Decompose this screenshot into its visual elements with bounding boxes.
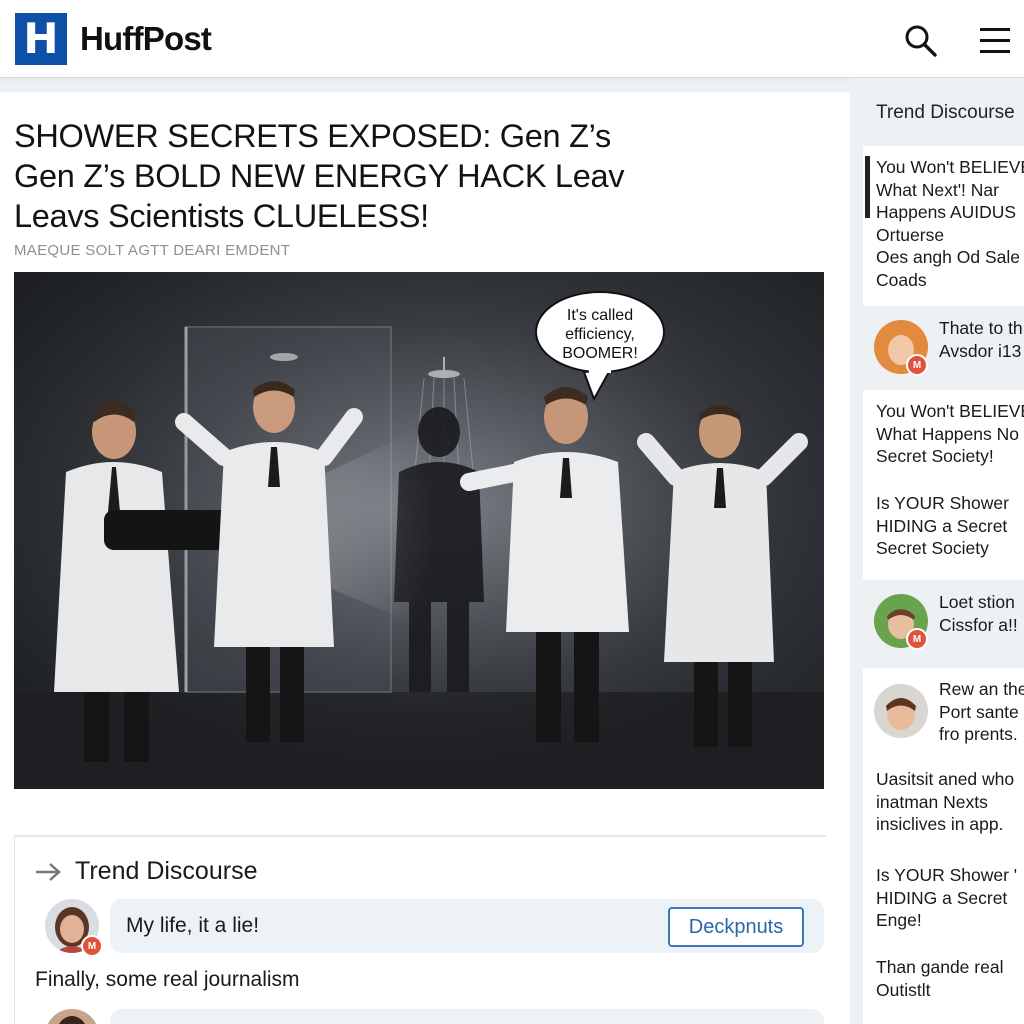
- discussion-section: Trend Discourse M My life, it a lie! Dec…: [14, 835, 826, 1024]
- sidebar-story-card[interactable]: Rew an the Port sante fro prents. Uasits…: [863, 668, 1024, 1024]
- comment-action-button[interactable]: Deckpnuts: [668, 907, 804, 947]
- sidebar-story-text: You Won't BELIEVE What Happens No Secret…: [876, 401, 1024, 466]
- card-accent-bar: [865, 156, 870, 218]
- sidebar-story-text: Uasitsit aned who inatman Nexts insicliv…: [876, 769, 1015, 834]
- hamburger-menu-icon[interactable]: [978, 22, 1014, 58]
- sidebar-story-text: Is YOUR Shower HIDING a Secret Secret So…: [876, 493, 1009, 558]
- logo-wordmark[interactable]: HuffPost: [80, 20, 212, 58]
- huffpost-logo-icon[interactable]: H: [15, 13, 67, 65]
- speech-line: efficiency,: [565, 326, 635, 343]
- speech-line: BOOMER!: [562, 345, 638, 362]
- discussion-title: Trend Discourse: [75, 857, 258, 885]
- logo-letter: H: [23, 14, 59, 63]
- top-header: H HuffPost: [0, 0, 1024, 78]
- user-badge: M: [906, 628, 928, 650]
- comment-bubble: My life, it a lie! Deckpnuts: [110, 899, 824, 953]
- sidebar-title: Trend Discourse: [876, 102, 1015, 123]
- avatar[interactable]: [874, 684, 928, 738]
- article-byline: MAEQUE SOLT AGTT DEARI EMDENT: [14, 242, 291, 259]
- article-headline[interactable]: SHOWER SECRETS EXPOSED: Gen Z’s Gen Z’s …: [14, 116, 824, 236]
- article-card: SHOWER SECRETS EXPOSED: Gen Z’s Gen Z’s …: [0, 92, 850, 1024]
- headline-line: Leavs Scientists CLUELESS!: [14, 198, 429, 234]
- discussion-header: Trend Discourse: [35, 857, 257, 886]
- sidebar-user-text: Thate to th Avsdor i13: [939, 318, 1023, 361]
- trend-sidebar: Trend Discourse You Won't BELIEVE What N…: [850, 78, 1024, 1024]
- sidebar-story-card[interactable]: You Won't BELIEVE What Next'! Nar Happen…: [863, 146, 1024, 306]
- sidebar-user-text: Loet stion Cissfor a!!: [939, 592, 1018, 635]
- speech-line: It's called: [567, 307, 633, 324]
- headline-line: SHOWER SECRETS EXPOSED: Gen Z’s: [14, 118, 611, 154]
- comment-text: My life, it a lie!: [126, 914, 260, 937]
- headline-line: Gen Z’s BOLD NEW ENERGY HACK Leav: [14, 158, 625, 194]
- avatar[interactable]: [45, 1009, 99, 1024]
- comment-bubble: [110, 1009, 824, 1024]
- sidebar-user-text: Rew an the Port sante fro prents.: [939, 679, 1024, 744]
- user-badge: M: [81, 935, 103, 957]
- sidebar-story-card[interactable]: You Won't BELIEVE What Happens No Secret…: [863, 390, 1024, 580]
- comment-text: Finally, some real journalism: [35, 968, 300, 991]
- user-badge: M: [906, 354, 928, 376]
- hero-image: It's called efficiency, BOOMER!: [14, 272, 824, 789]
- sidebar-story-text: Than gande real Outistlt: [876, 957, 1004, 1000]
- search-icon[interactable]: [902, 22, 938, 58]
- arrow-right-icon: [36, 862, 61, 881]
- sidebar-story-text: You Won't BELIEVE What Next'! Nar Happen…: [876, 157, 1024, 290]
- sidebar-story-text: Is YOUR Shower ' HIDING a Secret Enge!: [876, 865, 1018, 930]
